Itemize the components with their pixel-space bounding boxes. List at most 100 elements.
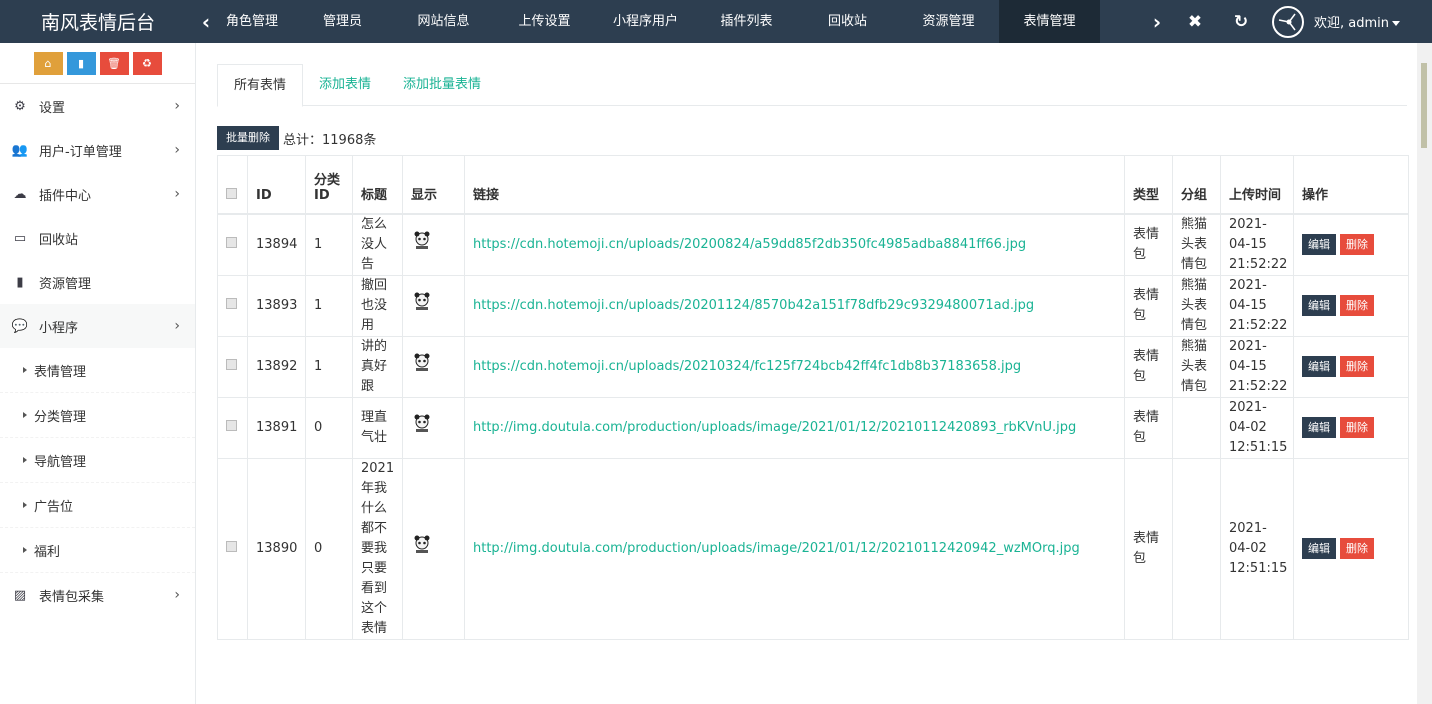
column-header-0[interactable] bbox=[217, 155, 248, 215]
image-link[interactable]: https://cdn.hotemoji.cn/uploads/20201124… bbox=[473, 298, 1034, 313]
shortcut-button-file[interactable]: ▮ bbox=[66, 51, 96, 75]
nav-tab-7[interactable]: 资源管理 bbox=[898, 0, 999, 43]
edit-button[interactable]: 编辑 bbox=[1302, 356, 1336, 377]
content-tab-2[interactable]: 添加批量表情 bbox=[387, 64, 497, 106]
sidebar-item-label: 小程序 bbox=[39, 320, 79, 336]
sidebar-item-sidebar-items-1[interactable]: 👥 用户-订单管理 › bbox=[0, 128, 195, 172]
file-icon: ▮ bbox=[77, 56, 85, 70]
delete-button[interactable]: 删除 bbox=[1340, 295, 1374, 316]
content-tab-0[interactable]: 所有表情 bbox=[217, 64, 304, 107]
content-tab-1[interactable]: 添加表情 bbox=[303, 64, 387, 106]
row-checkbox[interactable] bbox=[226, 358, 237, 370]
nav-tab-1[interactable]: 管理员 bbox=[292, 0, 393, 43]
row-id: 13891 bbox=[247, 396, 306, 459]
scrollbar[interactable] bbox=[1417, 43, 1432, 704]
close-tab-icon[interactable]: ✖ bbox=[1172, 12, 1218, 32]
sidebar-item-label: 回收站 bbox=[39, 232, 79, 248]
sidebar-item-sidebar-items-4[interactable]: ▮ 资源管理 bbox=[0, 260, 195, 304]
row-group: 熊猫头表情包 bbox=[1172, 213, 1221, 276]
image-link[interactable]: http://img.doutula.com/production/upload… bbox=[473, 541, 1080, 556]
row-checkbox[interactable] bbox=[226, 540, 237, 552]
nav-tabs: 角色管理 管理员 网站信息 上传设置 小程序用户 插件列表 回收站 资源管理 表情管理 bbox=[216, 0, 1100, 43]
sidebar-item-sidebar-items-0[interactable]: ⚙ 设置 › bbox=[0, 84, 195, 128]
sidebar-item-label: 资源管理 bbox=[39, 276, 92, 292]
sidebar-subitem-label: 分类管理 bbox=[34, 409, 87, 425]
row-link-cell: https://cdn.hotemoji.cn/uploads/20201124… bbox=[464, 274, 1125, 337]
row-link-cell: https://cdn.hotemoji.cn/uploads/20200824… bbox=[464, 213, 1125, 276]
select-all-checkbox[interactable] bbox=[226, 187, 237, 199]
refresh-icon[interactable]: ↻ bbox=[1218, 12, 1264, 32]
sidebar-item-sidebar-items-2[interactable]: ☁ 插件中心 › bbox=[0, 172, 195, 216]
nav-tab-3[interactable]: 上传设置 bbox=[494, 0, 595, 43]
column-header-3: 标题 bbox=[352, 155, 403, 215]
row-preview-cell bbox=[402, 335, 465, 398]
sidebar-subitem-2[interactable]: 导航管理 bbox=[0, 438, 195, 483]
emoji-thumbnail[interactable] bbox=[411, 352, 433, 374]
image-link[interactable]: https://cdn.hotemoji.cn/uploads/20210324… bbox=[473, 359, 1021, 374]
row-id: 13892 bbox=[247, 335, 306, 398]
row-group: 熊猫头表情包 bbox=[1172, 335, 1221, 398]
image-link[interactable]: http://img.doutula.com/production/upload… bbox=[473, 420, 1076, 435]
row-select-cell bbox=[217, 213, 248, 276]
emoji-thumbnail[interactable] bbox=[411, 291, 433, 313]
delete-button[interactable]: 删除 bbox=[1340, 234, 1374, 255]
nav-tab-2[interactable]: 网站信息 bbox=[393, 0, 494, 43]
wechat-icon: 💬 bbox=[11, 318, 29, 334]
sidebar-subitem-label: 福利 bbox=[34, 544, 61, 560]
image-link[interactable]: https://cdn.hotemoji.cn/uploads/20200824… bbox=[473, 237, 1026, 252]
edit-button[interactable]: 编辑 bbox=[1302, 417, 1336, 438]
total-count: 总计：11968条 bbox=[283, 132, 377, 148]
nav-tab-0[interactable]: 角色管理 bbox=[216, 0, 292, 43]
edit-button[interactable]: 编辑 bbox=[1302, 538, 1336, 559]
shortcut-button-home[interactable]: ⌂ bbox=[33, 51, 63, 75]
row-id: 13894 bbox=[247, 213, 306, 276]
sidebar-subitem-4[interactable]: 福利 bbox=[0, 528, 195, 573]
sidebar-item-sidebar-items-5[interactable]: 💬 小程序 › bbox=[0, 304, 195, 348]
nav-tab-5[interactable]: 插件列表 bbox=[696, 0, 797, 43]
row-title: 理直气壮 bbox=[352, 396, 403, 459]
row-upload-time: 2021-04-02 12:51:15 bbox=[1220, 396, 1294, 459]
row-select-cell bbox=[217, 335, 248, 398]
avatar[interactable] bbox=[1272, 5, 1304, 38]
row-select-cell bbox=[217, 274, 248, 337]
nav-tab-8[interactable]: 表情管理 bbox=[999, 0, 1100, 43]
scrollbar-thumb[interactable] bbox=[1421, 63, 1427, 148]
sidebar-subitem-0[interactable]: 表情管理 bbox=[0, 348, 195, 393]
user-menu[interactable]: 欢迎, admin bbox=[1314, 12, 1400, 31]
row-type: 表情包 bbox=[1124, 335, 1173, 398]
batch-delete-button[interactable]: 批量删除 bbox=[217, 126, 279, 150]
edit-button[interactable]: 编辑 bbox=[1302, 295, 1336, 316]
image-icon: ▨ bbox=[13, 587, 27, 603]
nav-tab-6[interactable]: 回收站 bbox=[797, 0, 898, 43]
gears-icon: ⚙ bbox=[14, 98, 26, 114]
row-type: 表情包 bbox=[1124, 457, 1173, 640]
shortcut-button-trash[interactable]: 🗑 bbox=[99, 51, 129, 75]
emoji-thumbnail[interactable] bbox=[411, 534, 433, 556]
sidebar-item-sidebar-last_item[interactable]: ▨ 表情包采集 › bbox=[0, 573, 195, 617]
shortcut-button-recycle[interactable]: ♻ bbox=[132, 51, 162, 75]
row-checkbox[interactable] bbox=[226, 419, 237, 431]
sidebar-shortcuts: ⌂ ▮ 🗑 ♻ bbox=[0, 43, 195, 84]
main-content: 所有表情 添加表情 添加批量表情 批量删除 总计：11968条 ID 分类ID 标题 显示… bbox=[197, 43, 1417, 704]
row-checkbox[interactable] bbox=[226, 297, 237, 309]
row-group: 熊猫头表情包 bbox=[1172, 274, 1221, 337]
nav-next-icon[interactable]: › bbox=[1142, 10, 1172, 34]
delete-button[interactable]: 删除 bbox=[1340, 356, 1374, 377]
chevron-right-icon: › bbox=[174, 318, 180, 334]
edit-button[interactable]: 编辑 bbox=[1302, 234, 1336, 255]
sidebar-subitem-3[interactable]: 广告位 bbox=[0, 483, 195, 528]
chevron-right-icon: › bbox=[174, 186, 180, 202]
delete-button[interactable]: 删除 bbox=[1340, 538, 1374, 559]
emoji-thumbnail[interactable] bbox=[411, 230, 433, 252]
emoji-thumbnail[interactable] bbox=[411, 413, 433, 435]
caret-right-icon bbox=[23, 547, 27, 553]
row-actions: 编辑 删除 bbox=[1293, 396, 1409, 459]
sidebar-subitem-1[interactable]: 分类管理 bbox=[0, 393, 195, 438]
nav-tab-4[interactable]: 小程序用户 bbox=[595, 0, 696, 43]
monitor-icon: ▭ bbox=[13, 230, 27, 246]
row-checkbox[interactable] bbox=[226, 236, 237, 248]
nav-prev-icon[interactable]: ‹ bbox=[196, 10, 216, 34]
delete-button[interactable]: 删除 bbox=[1340, 417, 1374, 438]
sidebar-item-sidebar-items-3[interactable]: ▭ 回收站 bbox=[0, 216, 195, 260]
row-group bbox=[1172, 396, 1221, 459]
